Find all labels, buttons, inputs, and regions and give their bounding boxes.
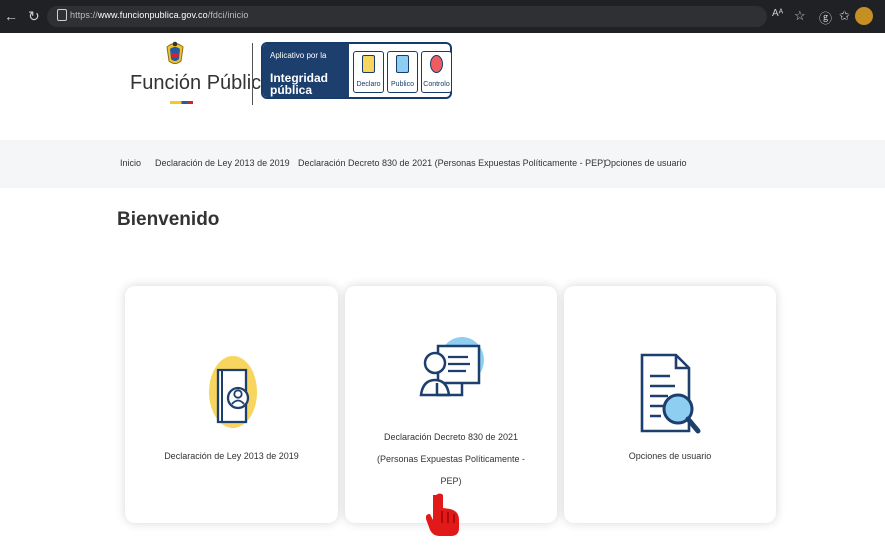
page-title: Bienvenido bbox=[117, 209, 220, 230]
tile-label: Declaro bbox=[356, 81, 381, 88]
card-label: Declaración de Ley 2013 de 2019 bbox=[164, 451, 299, 461]
card-label-line-3: PEP) bbox=[440, 476, 462, 486]
tile-declaro[interactable]: Declaro bbox=[353, 51, 384, 93]
profile-avatar[interactable] bbox=[855, 7, 873, 25]
colombia-coat-of-arms-icon bbox=[166, 41, 184, 64]
declaro-icon bbox=[362, 55, 375, 73]
publico-icon bbox=[396, 55, 409, 73]
refresh-icon[interactable]: ↻ bbox=[28, 8, 40, 24]
back-icon[interactable]: ← bbox=[4, 8, 18, 24]
extension-icon[interactable]: ⓖ bbox=[819, 8, 832, 27]
computer-person-icon bbox=[419, 337, 484, 397]
nav-declaracion-pep[interactable]: Declaración Decreto 830 de 2021 (Persona… bbox=[298, 158, 606, 168]
tile-label: Publico bbox=[391, 81, 414, 88]
collections-icon[interactable]: ✩ bbox=[839, 8, 850, 24]
nav-declaracion-ley[interactable]: Declaración de Ley 2013 de 2019 bbox=[155, 158, 290, 168]
document-search-icon bbox=[640, 353, 701, 434]
favorite-star-icon[interactable]: ☆ bbox=[794, 8, 806, 24]
app-title: Integridad pública bbox=[270, 71, 329, 97]
lock-icon bbox=[57, 9, 67, 21]
card-opciones-usuario[interactable]: Opciones de usuario bbox=[564, 286, 776, 523]
tile-controlo[interactable]: Controlo bbox=[421, 51, 452, 93]
flag-bar bbox=[170, 101, 193, 104]
brand-title[interactable]: Función Pública bbox=[130, 72, 272, 95]
browser-toolbar: ← ↻ https://www.funcionpublica.gov.co/fd… bbox=[0, 0, 885, 33]
nav-opciones-usuario[interactable]: Opciones de usuario bbox=[604, 158, 687, 168]
app-subtitle: Aplicativo por la bbox=[270, 51, 327, 60]
card-label-line-1: Declaración Decreto 830 de 2021 bbox=[383, 432, 519, 442]
book-user-icon bbox=[209, 356, 257, 428]
card-declaracion-ley[interactable]: Declaración de Ley 2013 de 2019 bbox=[125, 286, 338, 523]
app-title-block: Aplicativo por la Integridad pública bbox=[263, 44, 349, 97]
card-declaracion-pep[interactable]: Declaración Decreto 830 de 2021 (Persona… bbox=[345, 286, 557, 523]
card-label: Opciones de usuario bbox=[628, 451, 712, 461]
nav-inicio[interactable]: Inicio bbox=[120, 158, 141, 168]
controlo-icon bbox=[430, 55, 443, 73]
url-text[interactable]: https://www.funcionpublica.gov.co/fdci/i… bbox=[70, 10, 248, 20]
tile-publico[interactable]: Publico bbox=[387, 51, 418, 93]
card-label-line-2: (Personas Expuestas Políticamente - bbox=[376, 454, 526, 464]
hand-pointer-icon bbox=[426, 493, 459, 536]
header-divider bbox=[252, 43, 253, 105]
integrity-app-banner[interactable]: Aplicativo por la Integridad pública Dec… bbox=[261, 42, 452, 99]
read-aloud-icon[interactable]: Aᴬ bbox=[772, 8, 783, 19]
tile-label: Controlo bbox=[423, 81, 450, 88]
